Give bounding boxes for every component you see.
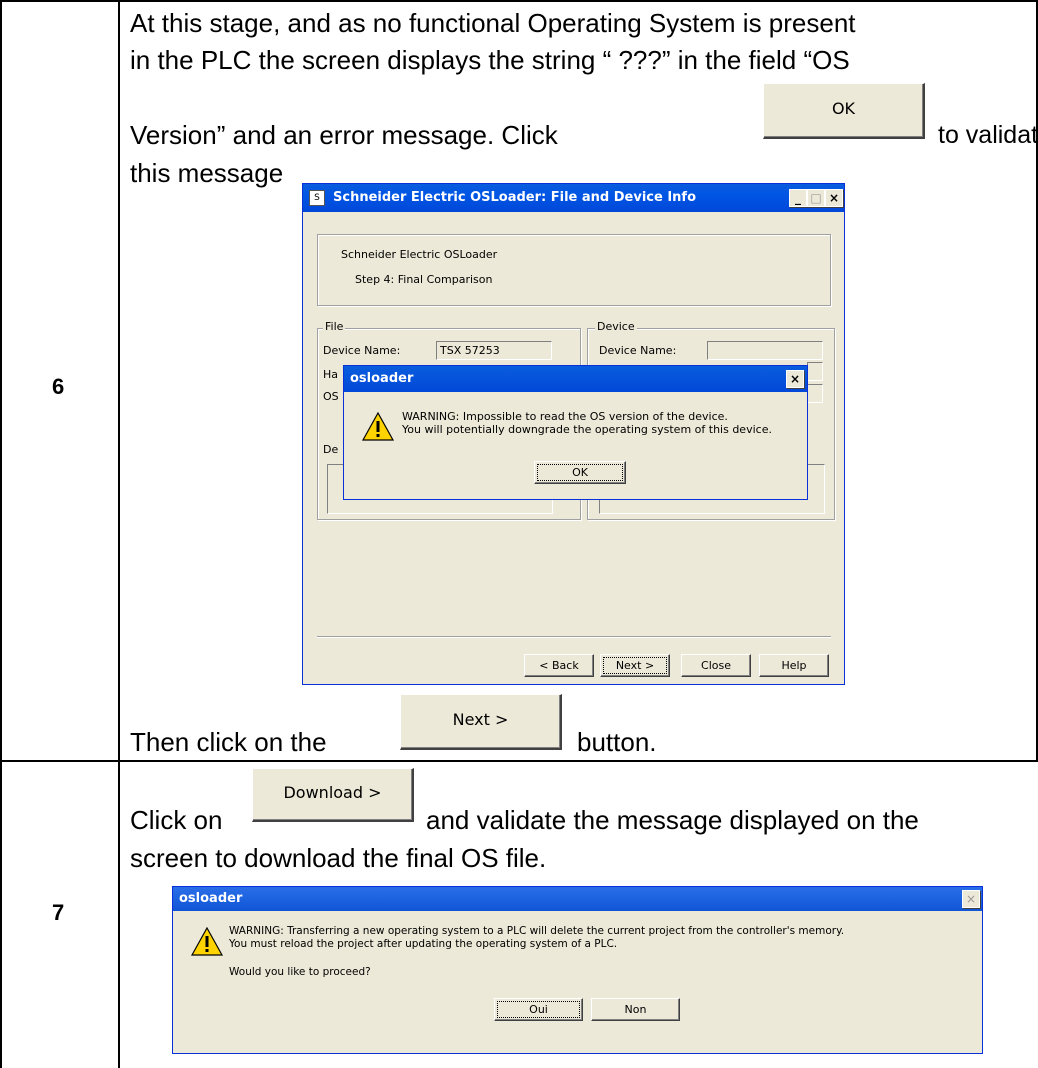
device-field-3 — [807, 384, 823, 403]
warning-dialog-2-titlebar: osloader — [173, 887, 982, 911]
step-number-7: 7 — [52, 900, 65, 925]
inline-ok-button: OK — [763, 83, 925, 139]
inline-download-label: Download > — [283, 783, 382, 802]
inline-download-button: Download > — [252, 768, 414, 822]
step6-text-line3-before: Version” and an error message. Click — [130, 120, 558, 150]
warning-dialog-1-line1: WARNING: Impossible to read the OS versi… — [402, 410, 728, 423]
bottom-separator — [317, 636, 831, 638]
step6-text-line4: this message — [130, 158, 284, 188]
maximize-button[interactable]: □ — [807, 189, 825, 207]
warning-dialog-1: osloader × WARNING: Impossible to read t… — [343, 365, 808, 500]
step-number-6: 6 — [52, 374, 65, 399]
device-device-name-field — [707, 341, 823, 360]
close-icon: × — [789, 372, 801, 386]
inline-next-label: Next > — [452, 710, 509, 729]
step6-footer-before: Then click on the — [130, 727, 327, 757]
no-button[interactable]: Non — [591, 998, 680, 1021]
table-row-divider — [0, 760, 1038, 762]
warning-dialog-2: osloader × WARNING: Transferring a new o… — [172, 886, 983, 1054]
warning-icon — [362, 412, 394, 441]
inline-ok-label: OK — [831, 99, 856, 118]
warning-dialog-1-titlebar: osloader — [344, 366, 807, 392]
warning-dialog-1-title: osloader — [350, 371, 414, 386]
device-field-2 — [807, 362, 823, 381]
osloader-titlebar: Schneider Electric OSLoader: File and De… — [303, 184, 844, 212]
file-device-name-field: TSX 57253 — [436, 341, 552, 360]
warning-dialog-2-line2: You must reload the project after updati… — [229, 938, 618, 950]
warning-dialog-1-close-button[interactable]: × — [786, 370, 804, 388]
step6-text-line3-after: to validate — [938, 121, 1038, 149]
table-left-border — [0, 0, 2, 1068]
step7-text-line2: screen to download the final OS file. — [130, 843, 547, 873]
close-icon: × — [965, 892, 977, 906]
warning-dialog-1-ok-button[interactable]: OK — [534, 461, 626, 484]
device-group-label: Device — [595, 320, 637, 333]
file-desc-label-partial: De — [323, 443, 339, 456]
table-column-divider — [118, 0, 120, 1068]
warning-icon — [191, 927, 223, 956]
step6-footer-after: button. — [577, 727, 657, 757]
file-os-label-partial: OS — [323, 390, 339, 403]
table-top-border — [0, 0, 1038, 2]
minimize-button[interactable]: _ — [789, 189, 807, 207]
warning-dialog-2-title: osloader — [179, 891, 243, 906]
warning-dialog-2-line1: WARNING: Transferring a new operating sy… — [229, 925, 845, 937]
file-hardware-label-partial: Ha — [323, 368, 339, 381]
inline-next-button: Next > — [400, 694, 562, 750]
help-button[interactable]: Help — [759, 654, 829, 677]
yes-button[interactable]: Oui — [494, 998, 583, 1021]
header-step: Step 4: Final Comparison — [355, 273, 493, 286]
warning-dialog-1-line2: You will potentially downgrade the opera… — [402, 423, 772, 436]
file-group-label: File — [323, 320, 346, 333]
step6-text-line1: At this stage, and as no functional Oper… — [130, 8, 856, 38]
app-icon: S — [309, 190, 325, 206]
file-device-name-label: Device Name: — [323, 344, 401, 357]
close-icon: × — [828, 191, 840, 205]
step7-text-before: Click on — [130, 805, 223, 835]
header-panel — [317, 234, 831, 306]
header-title: Schneider Electric OSLoader — [341, 248, 498, 261]
osloader-title: Schneider Electric OSLoader: File and De… — [333, 190, 697, 205]
step6-text-line2: in the PLC the screen displays the strin… — [130, 45, 850, 75]
warning-dialog-2-close-button[interactable]: × — [962, 890, 980, 908]
close-window-button[interactable]: × — [825, 189, 843, 207]
next-button[interactable]: Next > — [600, 654, 670, 677]
close-button[interactable]: Close — [681, 654, 751, 677]
step7-text-after: and validate the message displayed on th… — [426, 805, 919, 835]
warning-dialog-2-question: Would you like to proceed? — [229, 966, 371, 978]
device-device-name-label: Device Name: — [599, 344, 677, 357]
back-button[interactable]: < Back — [524, 654, 594, 677]
